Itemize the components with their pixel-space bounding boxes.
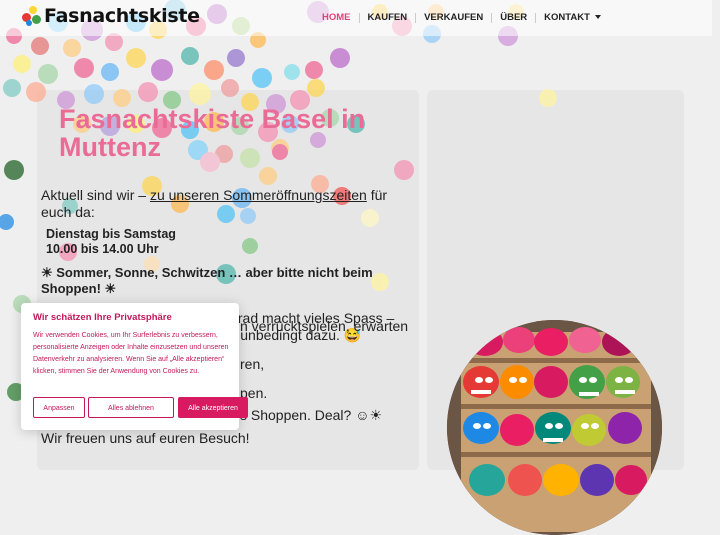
- chevron-down-icon: [594, 15, 601, 20]
- intro-paragraph: Aktuell sind wir – zu unseren Sommeröffn…: [41, 187, 417, 221]
- summer-slogan: ☀ Sommer, Sonne, Schwitzen … aber bitte …: [41, 265, 373, 296]
- logo-confetti-icon: [22, 4, 42, 28]
- opening-time: 10.00 bis 14.00 Uhr: [46, 242, 159, 256]
- intro-text-before: Aktuell sind wir –: [41, 187, 150, 203]
- opening-hours: Dienstag bis Samstag 10.00 bis 14.00 Uhr: [46, 227, 417, 257]
- nav-item-home[interactable]: HOME: [314, 12, 359, 23]
- masks-shelf-image: [447, 320, 662, 535]
- nav-item-kaufen[interactable]: KAUFEN: [360, 12, 416, 23]
- nav-item-verkaufen[interactable]: VERKAUFEN: [416, 12, 491, 23]
- cookie-banner-text: Wir verwenden Cookies, um Ihr Surferlebn…: [33, 332, 229, 375]
- nav-item-kontakt-label: KONTAKT: [544, 12, 590, 23]
- paragraph-text-fragment: s Shoppen. Deal? ☺☀: [240, 407, 383, 423]
- cookie-customize-button[interactable]: Anpassen: [33, 397, 85, 418]
- paragraph-text-fragment: ren,: [240, 356, 265, 372]
- cookie-banner-title: Wir schätzen Ihre Privatsphäre: [33, 312, 172, 323]
- site-logo[interactable]: Fasnachtskiste: [22, 4, 200, 28]
- cookie-accept-button[interactable]: Alle akzeptieren: [178, 397, 248, 418]
- cookie-reject-button[interactable]: Alles ablehnen: [88, 397, 174, 418]
- cookie-consent-banner: Wir schätzen Ihre Privatsphäre Wir verwe…: [21, 303, 248, 430]
- closing-text: Wir freuen uns auf euren Besuch!: [41, 430, 250, 446]
- summer-hours-link[interactable]: zu unseren Sommeröffnungszeiten: [150, 187, 367, 203]
- paragraph-text-fragment: n verrücktspielen, erwarten: [240, 318, 409, 334]
- nav-item-ueber[interactable]: ÜBER: [492, 12, 535, 23]
- opening-days: Dienstag bis Samstag: [46, 227, 176, 241]
- logo-wordmark: Fasnachtskiste: [44, 5, 200, 27]
- main-navigation: HOME KAUFEN VERKAUFEN ÜBER KONTAKT: [314, 12, 609, 23]
- nav-item-kontakt[interactable]: KONTAKT: [536, 12, 609, 23]
- page-title: Fasnachtskiste Basel in Muttenz: [59, 104, 366, 162]
